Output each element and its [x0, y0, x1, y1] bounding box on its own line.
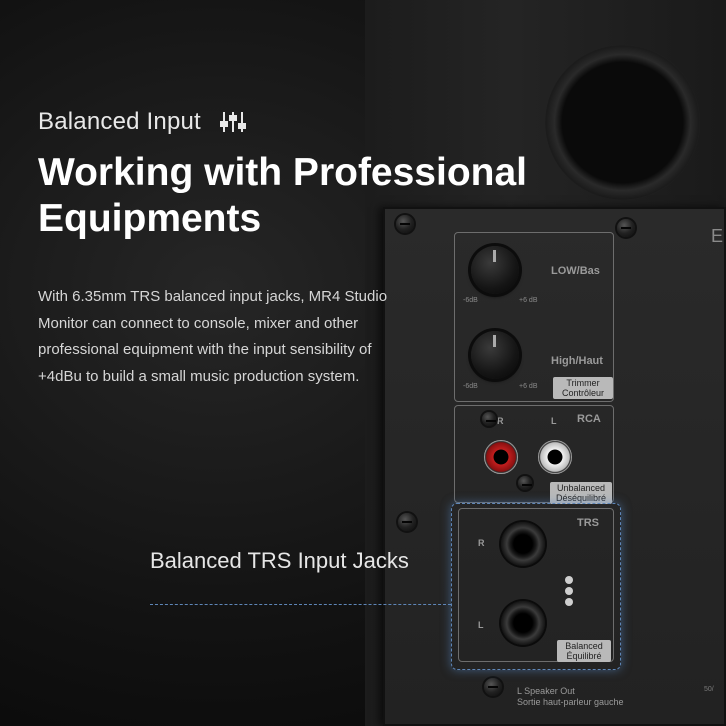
trs-pin-diagram-dot: [565, 598, 573, 606]
trs-callout-label: Balanced TRS Input Jacks: [150, 548, 409, 573]
low-max-label: +6 dB: [519, 297, 538, 304]
trs-pin-diagram-dot: [565, 576, 573, 584]
low-trim-knob[interactable]: [471, 246, 519, 294]
rca-screw: [518, 476, 532, 490]
description: With 6.35mm TRS balanced input jacks, MR…: [38, 288, 388, 385]
rca-screw: [482, 412, 496, 426]
trs-pin-diagram-dot: [565, 587, 573, 595]
trs-left-jack[interactable]: [501, 601, 545, 645]
sliders-icon: [220, 112, 246, 132]
eyebrow-label: Balanced Input: [38, 108, 201, 135]
trs-tag: Balanced Équilibré: [557, 640, 611, 662]
trimmer-tag-line2: Contrôleur: [561, 388, 605, 398]
panel-screw: [398, 513, 416, 531]
trs-l-label: L: [478, 620, 484, 630]
high-trim-knob[interactable]: [471, 331, 519, 379]
panel-screw: [484, 678, 502, 696]
panel-edge-letter: E: [711, 226, 724, 246]
speaker-out-label: L Speaker Out Sortie haut-parleur gauche: [517, 686, 624, 708]
low-trim-label: LOW/Bas: [551, 265, 600, 277]
rca-r-label: R: [497, 416, 504, 426]
high-max-label: +6 dB: [519, 383, 538, 390]
trimmer-tag-line1: Trimmer: [566, 378, 600, 388]
trs-tag-line1: Balanced: [565, 641, 603, 651]
trs-right-jack[interactable]: [501, 522, 545, 566]
rca-tag: Unbalanced Déséquilibré: [550, 482, 612, 504]
panel-edge-text: 50/: [704, 686, 714, 693]
callout-leader-line: [150, 604, 451, 605]
trimmer-tag: Trimmer Contrôleur: [553, 377, 613, 399]
rca-right-jack[interactable]: [484, 440, 518, 474]
title-line-2: Equipments: [38, 197, 262, 240]
rca-title: RCA: [577, 413, 601, 425]
rca-tag-line1: Unbalanced: [556, 483, 606, 493]
speaker-out-line1: L Speaker Out: [517, 686, 575, 696]
trs-tag-line2: Équilibré: [566, 651, 602, 661]
rca-left-jack[interactable]: [538, 440, 572, 474]
rca-tag-line2: Déséquilibré: [555, 493, 607, 503]
panel-screw: [617, 219, 635, 237]
bass-port: [545, 45, 700, 200]
trs-title: TRS: [577, 517, 599, 529]
rca-l-label: L: [551, 416, 557, 426]
high-trim-label: High/Haut: [551, 355, 603, 367]
trs-r-label: R: [478, 538, 485, 548]
product-image: E -6dB +6 dB -6dB +6 dB LOW/Bas High/Hau…: [0, 0, 726, 726]
title-line-1: Working with Professional: [38, 151, 528, 194]
high-min-label: -6dB: [463, 383, 478, 390]
low-min-label: -6dB: [463, 297, 478, 304]
page-title: Working with Professional Equipments: [38, 150, 538, 242]
speaker-out-line2: Sortie haut-parleur gauche: [517, 697, 624, 707]
